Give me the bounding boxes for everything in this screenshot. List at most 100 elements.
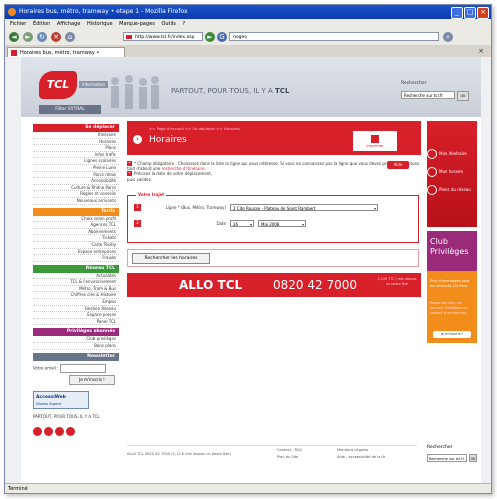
link-mon-horaire[interactable]: Mon horaire xyxy=(427,167,477,177)
sidebar-item[interactable]: Parcs relais xyxy=(33,172,119,179)
date-month-select[interactable]: Mai 2008 xyxy=(258,220,306,227)
page-footer: ALLO TCL 0820 42 7000 (0,12 € min depuis… xyxy=(127,445,417,466)
back-icon[interactable]: ◄ xyxy=(9,32,19,42)
footer-search-ok-button[interactable]: OK xyxy=(469,454,477,462)
club-title: Club Privilèges xyxy=(430,237,469,256)
sidebar-item[interactable]: Club privilèges xyxy=(33,336,119,344)
menu-historique[interactable]: Historique xyxy=(87,21,113,27)
link-plans-reseau[interactable]: Plans du réseau xyxy=(427,185,477,195)
printer-icon xyxy=(371,135,379,143)
sidebar-item[interactable]: Horaires xyxy=(33,139,119,146)
sidebar-section-header[interactable]: Privilèges abonnés xyxy=(33,328,119,337)
sidebar-item[interactable]: Panel TCL xyxy=(33,319,119,326)
tab-close-icon[interactable]: × xyxy=(477,47,485,55)
sidebar-item[interactable]: Choix selon profil xyxy=(33,216,119,223)
stop-icon[interactable]: ✕ xyxy=(51,32,61,42)
search-bar[interactable]: nogeo xyxy=(229,32,439,41)
print-button[interactable]: Imprimer xyxy=(353,131,397,151)
menu-bar: Fichier Édition Affichage Historique Mar… xyxy=(5,19,491,29)
menu-help[interactable]: ? xyxy=(182,21,185,27)
footer-search-input[interactable]: Recherche sur tcl.fr xyxy=(427,454,467,462)
sidebar-item[interactable]: Accessibilité xyxy=(33,178,119,185)
menu-marque-pages[interactable]: Marque-pages xyxy=(119,21,155,27)
sidebar-section-header[interactable]: Tarifs xyxy=(33,207,119,216)
club-inscription-button[interactable]: Je m'inscris ! xyxy=(433,331,471,338)
go-icon[interactable]: ► xyxy=(205,32,215,42)
sidebar-item[interactable]: Chiffres clés & Histoire xyxy=(33,292,119,300)
sidebar-item[interactable]: Métro, Tram & Bus xyxy=(33,286,119,293)
club-privileges-panel[interactable]: Club Privilèges Plus d'avantages pour le… xyxy=(427,231,477,343)
newsletter-subscribe-button[interactable]: Je m'inscris ! xyxy=(69,374,115,385)
arrow-right-icon: › xyxy=(133,135,142,144)
menu-edition[interactable]: Édition xyxy=(33,21,50,27)
site-tagline: PARTOUT, POUR TOUS, IL Y A TCL xyxy=(171,87,289,95)
sidebar-item[interactable]: Nouveaux arrivants xyxy=(33,198,119,205)
help-line-3: puis validez. xyxy=(127,176,152,182)
close-button[interactable]: × xyxy=(477,7,489,19)
date-day-select[interactable]: 26 xyxy=(230,220,254,227)
menu-fichier[interactable]: Fichier xyxy=(10,21,26,27)
home-icon[interactable]: ⌂ xyxy=(65,32,75,42)
horaires-header: >> Page d'accueil >> Se déplacer >> Hora… xyxy=(127,121,421,155)
sidebar-item[interactable]: Abonnements xyxy=(33,229,119,236)
filter-sytral-button[interactable]: Filter SYTRAL xyxy=(39,105,101,114)
right-sidebar: Mon itinéraire Mon horaire Plans du rése… xyxy=(427,121,477,343)
sidebar-section-header[interactable]: Réseau TCL xyxy=(33,264,119,273)
sidebar-section-header[interactable]: Se déplacer xyxy=(33,124,119,132)
link-mon-itineraire[interactable]: Mon itinéraire xyxy=(427,149,477,159)
ligne-select[interactable]: 2 Cite Rousse - Plateau de Saint Rambert xyxy=(230,204,378,211)
sidebar-item[interactable]: Bons plans xyxy=(33,343,119,350)
sidebar-item[interactable]: Pleine Lune xyxy=(33,165,119,172)
footer-link-contact[interactable]: Contact - FAQ xyxy=(277,448,302,452)
footer-link-aide[interactable]: Aide : accessibilité de tcl.fr xyxy=(337,455,386,459)
sidebar-item[interactable]: Infos trafic xyxy=(33,152,119,159)
google-icon[interactable]: G xyxy=(217,32,227,42)
footer-allo-text: ALLO TCL 0820 42 7000 (0,12 € min depuis… xyxy=(127,452,231,456)
forward-icon[interactable]: ► xyxy=(23,32,33,42)
sidebar-item[interactable]: Règles et conseils xyxy=(33,191,119,198)
status-text: Terminé xyxy=(8,486,28,492)
sidebar-item[interactable]: Carte Técély xyxy=(33,242,119,249)
sidebar-section-header[interactable]: Newsletter xyxy=(33,352,119,361)
sidebar-item[interactable]: Agences TCL xyxy=(33,222,119,229)
sidebar-item[interactable]: TCL & l'environnement xyxy=(33,279,119,286)
people-circles-icon xyxy=(33,421,119,436)
minimize-button[interactable]: _ xyxy=(451,7,463,19)
itinerary-icon xyxy=(427,149,437,159)
trajet-fieldset: Votre trajet 1 Ligne * (Bus, Métro, Tram… xyxy=(127,192,419,243)
sidebar-item[interactable]: Tickets xyxy=(33,235,119,242)
menu-outils[interactable]: Outils xyxy=(161,21,175,27)
newsletter-row: Votre email : xyxy=(33,363,119,373)
menu-affichage[interactable]: Affichage xyxy=(57,21,81,27)
header-search-input[interactable]: Recherche sur tcl.fr xyxy=(401,91,455,99)
sidebar-item[interactable]: Espace presse xyxy=(33,312,119,319)
print-label: Imprimer xyxy=(366,143,384,148)
maximize-button[interactable]: □ xyxy=(464,7,476,19)
search-horaires-button[interactable]: Rechercher les horaires xyxy=(132,253,210,264)
header-search-ok-button[interactable]: OK xyxy=(457,91,469,101)
footer-link-plan[interactable]: Plan du Site xyxy=(277,455,298,459)
search-icon[interactable]: ⌕ xyxy=(443,32,453,42)
newsletter-email-input[interactable] xyxy=(59,363,106,373)
allo-tcl-banner[interactable]: ALLO TCL 0820 42 7000 0,12€ TTC / min de… xyxy=(127,273,421,297)
sidebar-item[interactable]: Fraude xyxy=(33,255,119,262)
tab-horaires[interactable]: Horaires bus, métro, tramway • xyxy=(7,47,125,57)
url-bar[interactable]: http://www.tcl.fr/index.asp xyxy=(123,32,203,41)
allo-tcl-number: 0820 42 7000 xyxy=(273,278,357,292)
sidebar-item[interactable]: Culture & Rhône Parcs xyxy=(33,185,119,192)
sidebar-item[interactable]: Actualités xyxy=(33,273,119,280)
accessiweb-badge[interactable]: AccessiWeb Niveau Argent xyxy=(33,390,89,409)
accessiweb-level: Niveau Argent xyxy=(36,401,62,406)
sidebar-item[interactable]: Emploi xyxy=(33,299,119,306)
reload-icon[interactable]: ↻ xyxy=(37,32,47,42)
footer-link-mentions[interactable]: Mentions Légales xyxy=(337,448,368,452)
sidebar-item[interactable]: Itinéraire xyxy=(33,132,119,139)
sidebar-item[interactable]: Lignes scolaires xyxy=(33,158,119,165)
tcl-logo[interactable]: TCL xyxy=(39,71,77,99)
aide-button[interactable]: Aide xyxy=(387,161,409,169)
sidebar-item[interactable]: Espace entreprises xyxy=(33,249,119,256)
newsletter-label: Votre email : xyxy=(33,365,59,371)
sidebar-item[interactable]: Plans xyxy=(33,145,119,152)
sidebar-item[interactable]: Gestion Réseau xyxy=(33,306,119,313)
breadcrumb[interactable]: >> Page d'accueil >> Se déplacer >> Hora… xyxy=(149,126,240,131)
